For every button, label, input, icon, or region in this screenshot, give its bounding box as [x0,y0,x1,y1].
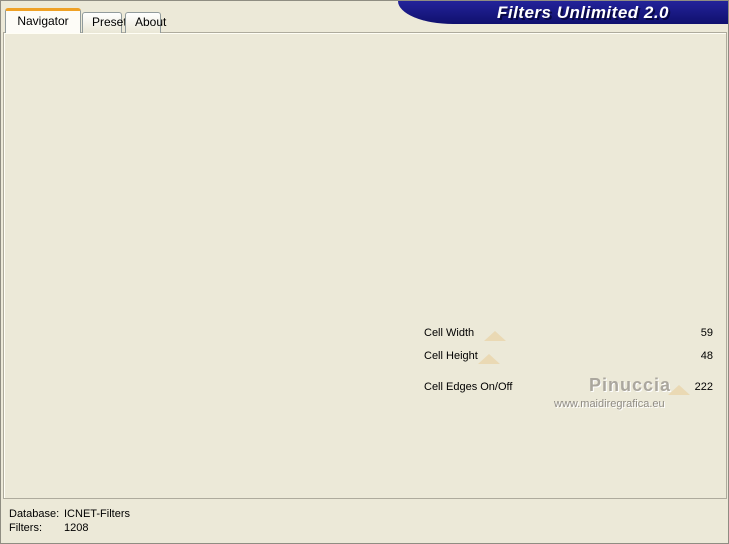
slider-label: Cell Width [424,327,475,339]
slider-label: Cell Edges On/Off [424,381,513,393]
window-title: Filters Unlimited 2.0 [496,2,670,22]
tab-about[interactable]: About [125,12,166,33]
status-database-row: Database: ICNET-Filters [9,508,130,520]
tab-label: Navigator [17,14,69,28]
watermark-url: www.maidiregrafica.eu [554,398,665,410]
tab-navigator[interactable]: Navigator [5,8,81,33]
status-filters-value: 1208 [64,522,89,534]
slider-value: 222 [694,381,713,393]
tab-label: About [135,15,167,29]
slider-position-marker[interactable] [667,385,690,395]
slider-position-marker[interactable] [478,354,501,364]
slider-label: Cell Height [424,350,478,362]
slider-value: 59 [700,327,713,339]
tab-presets[interactable]: Presets [82,12,133,33]
status-filters-label: Filters: [9,522,42,534]
navigator-tab-panel [3,32,727,499]
watermark-name: Pinuccia [589,375,672,395]
filters-unlimited-dialog: Filters Unlimited 2.0 Navigator Presets … [0,0,729,544]
slider-position-marker[interactable] [484,331,507,341]
status-bar: Database:ICNET-Filters Filters:1208 Appl… [1,500,728,543]
title-banner: Filters Unlimited 2.0 [398,1,728,24]
slider-value: 48 [700,350,713,362]
status-filters-row: Filters: 1208 [9,522,88,534]
status-database-label: Database: [9,508,60,520]
status-database-value: ICNET-Filters [64,508,130,520]
